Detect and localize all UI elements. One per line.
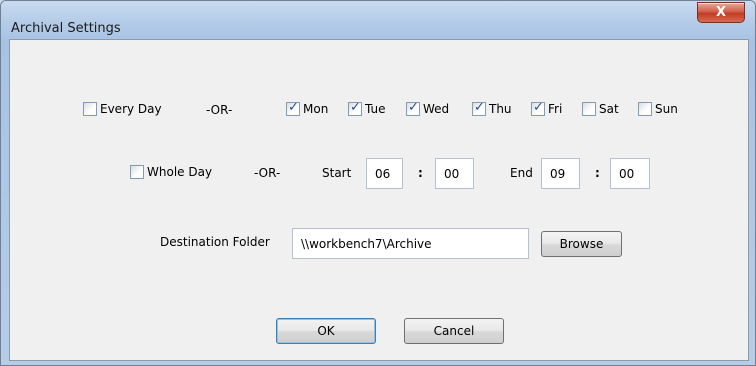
start-minute-input[interactable] [435, 158, 474, 189]
mon-checkbox-box[interactable] [286, 100, 300, 116]
dialog-title: Archival Settings [11, 21, 121, 36]
start-time-separator: : [418, 166, 423, 180]
day-checkbox-sun[interactable]: Sun [638, 102, 678, 116]
every-day-checkbox-box[interactable] [83, 102, 97, 116]
whole-day-label: Whole Day [147, 165, 213, 179]
day-checkbox-sat[interactable]: Sat [582, 102, 619, 116]
every-day-label: Every Day [100, 102, 162, 116]
thu-label: Thu [489, 102, 512, 116]
whole-day-checkbox[interactable]: Whole Day [130, 165, 212, 179]
or-label-days: -OR- [206, 103, 233, 117]
ok-button[interactable]: OK [276, 318, 376, 344]
day-checkbox-tue[interactable]: Tue [348, 100, 386, 116]
title-bar[interactable]: Archival Settings X [1, 1, 755, 39]
day-checkbox-wed[interactable]: Wed [406, 100, 450, 116]
wed-label: Wed [423, 102, 450, 116]
mon-label: Mon [303, 102, 329, 116]
thu-checkbox-box[interactable] [472, 100, 486, 116]
day-checkbox-mon[interactable]: Mon [286, 100, 329, 116]
start-label: Start [322, 166, 352, 180]
cancel-button[interactable]: Cancel [404, 318, 504, 344]
archival-settings-dialog: Archival Settings X Every Day -OR- Mon T… [0, 0, 756, 366]
day-checkbox-fri[interactable]: Fri [531, 100, 563, 116]
end-label: End [510, 166, 533, 180]
destination-folder-label: Destination Folder [160, 235, 270, 249]
tue-checkbox-box[interactable] [348, 100, 362, 116]
sat-label: Sat [599, 102, 619, 116]
fri-label: Fri [548, 102, 563, 116]
tue-label: Tue [365, 102, 386, 116]
wed-checkbox-box[interactable] [406, 100, 420, 116]
dialog-body: Every Day -OR- Mon Tue Wed Thu Fri Sat [9, 39, 749, 361]
or-label-time: -OR- [254, 166, 281, 180]
end-minute-input[interactable] [610, 158, 650, 189]
browse-button[interactable]: Browse [541, 231, 622, 257]
fri-checkbox-box[interactable] [531, 100, 545, 116]
sun-label: Sun [655, 102, 678, 116]
close-icon: X [715, 5, 727, 20]
sat-checkbox-box[interactable] [582, 102, 596, 116]
destination-folder-input[interactable] [292, 228, 529, 259]
sun-checkbox-box[interactable] [638, 102, 652, 116]
end-time-separator: : [595, 166, 600, 180]
close-button[interactable]: X [697, 2, 745, 23]
day-checkbox-thu[interactable]: Thu [472, 100, 512, 116]
start-hour-input[interactable] [366, 158, 403, 189]
end-hour-input[interactable] [541, 158, 580, 189]
whole-day-checkbox-box[interactable] [130, 165, 144, 179]
every-day-checkbox[interactable]: Every Day [83, 102, 162, 116]
